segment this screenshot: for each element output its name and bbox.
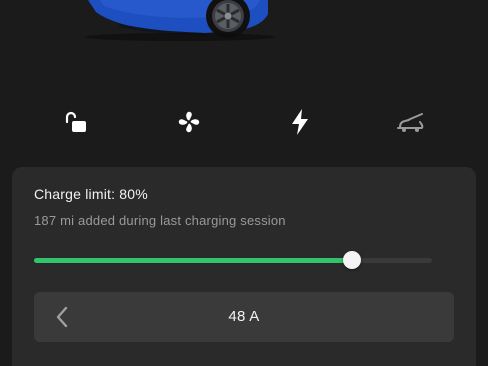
- charging-panel: Charge limit: 80% 187 mi added during la…: [12, 167, 476, 366]
- lock-button[interactable]: [54, 100, 98, 144]
- charge-current-value: 48 A: [228, 308, 260, 325]
- charging-session-text: 187 mi added during last charging sessio…: [34, 213, 286, 228]
- frunk-button[interactable]: [388, 100, 432, 144]
- lightning-icon: [292, 109, 308, 135]
- charge-limit-label: Charge limit: 80%: [34, 186, 148, 202]
- quick-controls: [0, 100, 488, 144]
- charge-limit-slider[interactable]: [34, 249, 432, 271]
- car-image: [0, 0, 488, 60]
- frunk-icon: [397, 113, 424, 132]
- unlocked-icon: [65, 111, 86, 132]
- climate-button[interactable]: [167, 100, 211, 144]
- charge-button[interactable]: [278, 100, 322, 144]
- charge-current-control: 48 A: [34, 292, 454, 342]
- app-screen: Charge limit: 80% 187 mi added during la…: [0, 0, 488, 366]
- decrease-current-button[interactable]: [50, 303, 74, 331]
- fan-icon: [178, 111, 200, 133]
- slider-fill: [34, 258, 353, 263]
- chevron-left-icon: [56, 306, 68, 328]
- slider-thumb[interactable]: [343, 251, 362, 269]
